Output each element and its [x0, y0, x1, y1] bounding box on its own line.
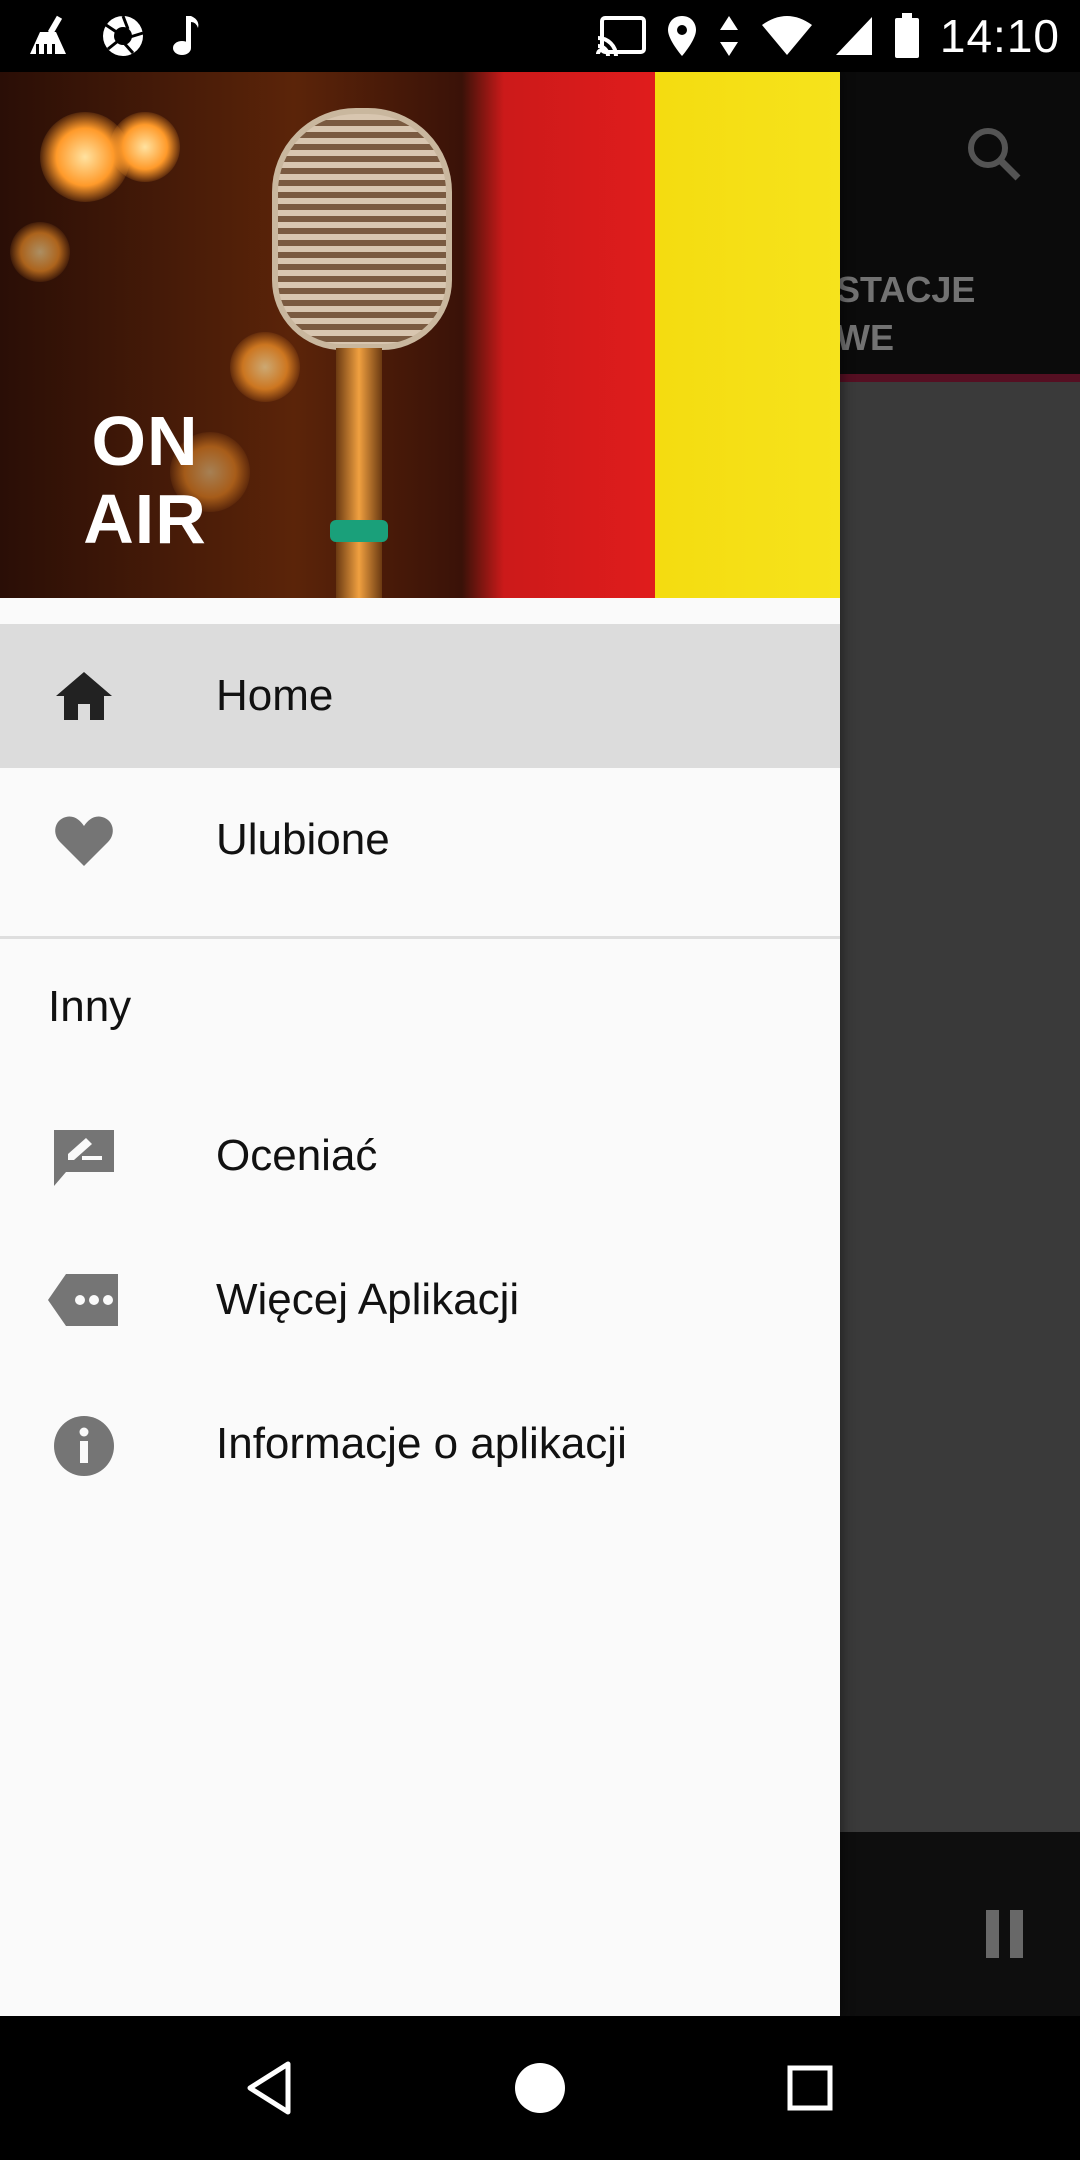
camera-aperture-icon [100, 13, 146, 59]
heart-icon [52, 812, 116, 868]
drawer-item-label: Home [216, 671, 334, 720]
wifi-icon [760, 15, 814, 57]
signal-icon [834, 15, 874, 57]
info-icon [52, 1416, 116, 1476]
on-air-badge: ON AIR [83, 402, 207, 558]
drawer-item-app-info[interactable]: Informacje o aplikacji [0, 1372, 840, 1516]
battery-icon [894, 13, 920, 59]
cleaner-icon [26, 14, 76, 58]
drawer-section-title: Inny [48, 982, 132, 1031]
music-note-icon [170, 14, 202, 58]
location-icon [666, 14, 698, 58]
recents-icon[interactable] [778, 2056, 842, 2120]
drawer-item-favorites[interactable]: Ulubione [0, 768, 840, 912]
drawer-item-rate[interactable]: Oceniać [0, 1084, 840, 1228]
drawer-item-label: Więcej Aplikacji [216, 1275, 520, 1324]
more-apps-icon [48, 1272, 120, 1328]
drawer-header-image: ON AIR [0, 72, 840, 598]
data-arrows-icon [718, 14, 740, 58]
back-icon[interactable] [238, 2056, 302, 2120]
system-navigation-bar [0, 2016, 1080, 2160]
home-circle-icon[interactable] [508, 2056, 572, 2120]
drawer-item-label: Ulubione [216, 815, 390, 864]
microphone-icon [272, 108, 452, 350]
cast-icon [595, 16, 646, 56]
drawer-divider [0, 936, 840, 939]
drawer-item-label: Informacje o aplikacji [216, 1419, 627, 1468]
drawer-item-label: Oceniać [216, 1131, 378, 1180]
drawer-item-home[interactable]: Home [0, 624, 840, 768]
rate-review-icon [52, 1128, 116, 1186]
home-icon [52, 668, 116, 724]
clock: 14:10 [939, 10, 1060, 62]
drawer-item-more-apps[interactable]: Więcej Aplikacji [0, 1228, 840, 1372]
status-bar: 14:10 [0, 0, 1080, 72]
navigation-drawer: ON AIR Home Ulubione Inny Oceniać Więcej… [0, 72, 840, 2016]
